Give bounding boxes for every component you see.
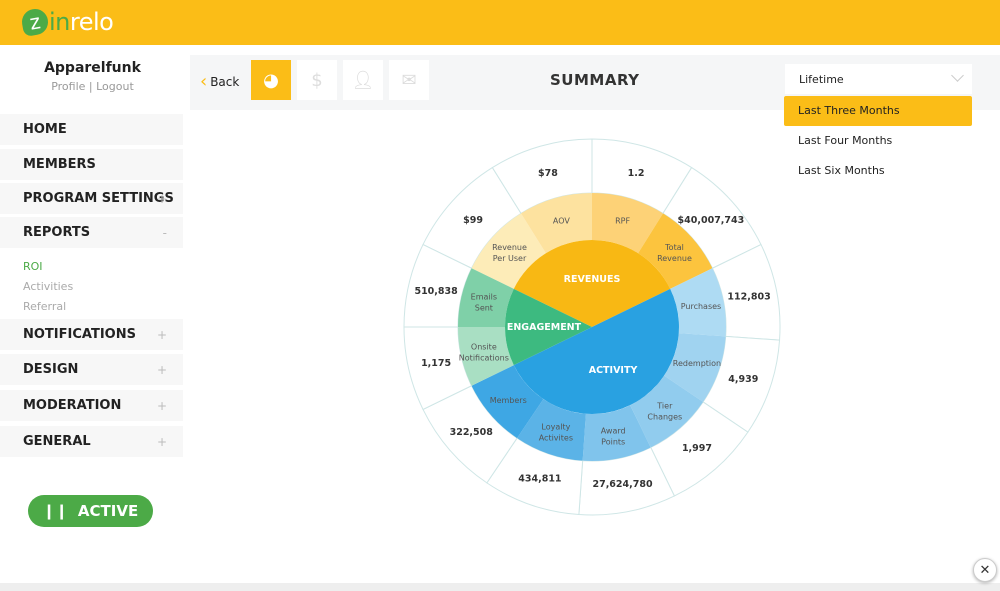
segment-value: 112,803 — [727, 291, 770, 302]
account-block: Apparelfunk Profile | Logout — [0, 60, 185, 93]
segment-value: 27,624,780 — [592, 479, 652, 490]
period-selected-value: Lifetime — [799, 73, 844, 86]
segment-label: Purchases — [681, 302, 722, 311]
roi-sunburst-chart: Revenue Per User$99 AOV$78RPF1.2Total Reven… — [403, 138, 781, 516]
status-label: ACTIVE — [77, 502, 139, 520]
collapse-icon[interactable]: - — [163, 226, 167, 240]
footer-strip — [0, 583, 1000, 591]
tab-summary-chart[interactable]: ◕ — [251, 60, 291, 100]
mail-icon: ✉ — [401, 69, 417, 91]
close-icon: ✕ — [979, 562, 991, 578]
segment-value: 4,939 — [728, 374, 758, 385]
tab-revenue[interactable]: $ — [297, 60, 337, 100]
user-icon: 👤︎ — [351, 69, 375, 91]
period-option-last-four-months[interactable]: Last Four Months — [784, 126, 972, 156]
segment-value: 434,811 — [518, 473, 561, 484]
chevron-left-icon: ‹ — [200, 71, 208, 92]
logo-wordmark: inrelo — [49, 8, 114, 36]
segment-value: 1.2 — [628, 168, 645, 179]
segment-value: 1,997 — [682, 443, 712, 454]
sidebar-item-members[interactable]: MEMBERS — [0, 149, 183, 180]
zinrelo-logo[interactable]: z inrelo — [19, 6, 114, 38]
period-option-last-six-months[interactable]: Last Six Months — [784, 156, 972, 186]
period-options: Last Three Months Last Four Months Last … — [784, 96, 972, 186]
account-name: Apparelfunk — [44, 60, 141, 76]
tab-email[interactable]: ✉ — [389, 60, 429, 100]
chart-icon: ◕ — [263, 69, 279, 91]
group-label: ACTIVITY — [589, 365, 638, 376]
segment-label: Redemption — [673, 359, 721, 368]
nav-label: REPORTS — [23, 225, 91, 240]
expand-icon[interactable]: + — [157, 435, 167, 449]
segment-value: $78 — [538, 168, 558, 179]
expand-icon[interactable]: + — [157, 328, 167, 342]
tab-members[interactable]: 👤︎ — [343, 60, 383, 100]
sidebar-item-design[interactable]: DESIGN + — [0, 354, 183, 385]
segment-value: $99 — [463, 215, 483, 226]
nav-label: MODERATION — [23, 398, 122, 413]
group-label: ENGAGEMENT — [507, 322, 582, 333]
segment-label: Members — [490, 396, 527, 405]
segment-label: RPF — [615, 216, 630, 225]
nav-label: GENERAL — [23, 434, 91, 449]
period-select[interactable]: Lifetime — [785, 64, 972, 94]
sidebar-item-notifications[interactable]: NOTIFICATIONS + — [0, 319, 183, 350]
segment-value: $40,007,743 — [678, 215, 745, 226]
close-button[interactable]: ✕ — [973, 558, 997, 582]
sidebar-subitem-referral[interactable]: Referral — [23, 300, 66, 313]
chevron-down-icon — [951, 69, 964, 82]
expand-icon[interactable]: + — [157, 363, 167, 377]
sidebar-item-program-settings[interactable]: PROGRAM SETTINGS + — [0, 183, 183, 214]
sidebar-subitem-activities[interactable]: Activities — [23, 280, 73, 293]
active-status-button[interactable]: ❙❙ ACTIVE — [28, 495, 153, 527]
top-header: z inrelo — [0, 0, 1000, 45]
nav-label: DESIGN — [23, 362, 79, 377]
nav-label: PROGRAM SETTINGS — [23, 191, 174, 206]
expand-icon[interactable]: + — [157, 399, 167, 413]
logo-mark: z — [19, 6, 51, 38]
dollar-icon: $ — [311, 69, 323, 91]
nav-label: HOME — [23, 122, 67, 137]
expand-icon[interactable]: + — [157, 192, 167, 206]
period-option-last-three-months[interactable]: Last Three Months — [784, 96, 972, 126]
nav-label: NOTIFICATIONS — [23, 327, 136, 342]
group-label: REVENUES — [564, 274, 621, 285]
pause-icon: ❙❙ — [42, 502, 68, 520]
back-label: Back — [210, 74, 240, 89]
segment-value: 1,175 — [421, 358, 451, 369]
sidebar: Apparelfunk Profile | Logout HOME MEMBER… — [0, 45, 185, 585]
profile-link[interactable]: Profile — [51, 80, 85, 93]
page-title: SUMMARY — [550, 71, 640, 89]
segment-value: 322,508 — [450, 427, 494, 438]
sidebar-item-moderation[interactable]: MODERATION + — [0, 390, 183, 421]
sidebar-item-home[interactable]: HOME — [0, 114, 183, 145]
segment-label: AOV — [553, 216, 570, 225]
nav-label: MEMBERS — [23, 157, 96, 172]
sidebar-item-general[interactable]: GENERAL + — [0, 426, 183, 457]
segment-value: 510,838 — [414, 286, 458, 297]
sidebar-item-reports[interactable]: REPORTS - — [0, 217, 183, 248]
back-button[interactable]: ‹ Back — [200, 71, 239, 92]
sidebar-subitem-roi[interactable]: ROI — [23, 260, 43, 273]
logout-link[interactable]: Logout — [96, 80, 134, 93]
